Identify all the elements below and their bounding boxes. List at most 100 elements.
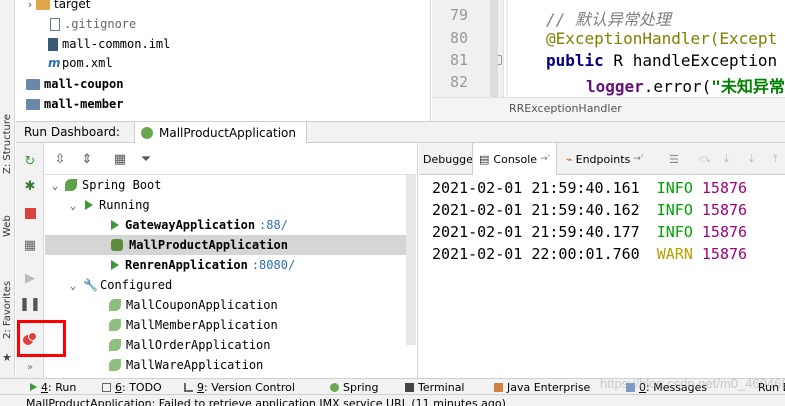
indent-guide: [506, 0, 508, 97]
tab-console[interactable]: ▤ Console →': [472, 143, 558, 175]
force-step-into-icon[interactable]: ⤓: [745, 143, 758, 175]
menu-icon[interactable]: ☰: [665, 143, 683, 175]
tree-item-label: pom.xml: [62, 56, 113, 70]
chevron-down-icon[interactable]: ⌄: [67, 199, 79, 212]
module-folder-icon: [26, 98, 40, 110]
tree-node-label: Running: [99, 198, 150, 212]
log-date: 2021-02-01: [432, 179, 523, 197]
tool-java-enterprise[interactable]: Java Enterprise: [494, 379, 590, 395]
code-comment: // 默认异常处理: [546, 10, 671, 29]
tree-item-pom-xml[interactable]: m pom.xml: [48, 53, 113, 73]
tool-label: Spring: [343, 380, 379, 394]
resume-icon[interactable]: ▶: [22, 270, 38, 286]
tree-node-gateway-application[interactable]: GatewayApplication :88/: [111, 215, 288, 235]
log-time: 21:59:40.161: [531, 179, 640, 197]
log-level: WARN: [656, 245, 693, 263]
tree-node-mall-ware-application[interactable]: MallWareApplication: [109, 355, 263, 375]
breadcrumb[interactable]: RRExceptionHandler: [509, 102, 622, 115]
app-name: RenrenApplication: [125, 258, 248, 272]
tree-item-mall-member[interactable]: mall-member: [26, 94, 123, 114]
favorites-tool-tab[interactable]: 2: Favorites: [0, 272, 15, 348]
tree-item-gitignore[interactable]: .gitignore: [50, 14, 136, 34]
pause-icon[interactable]: ❚❚: [19, 296, 41, 312]
tree-node-renren-application[interactable]: RenrenApplication :8080/: [111, 255, 295, 275]
console-log-line: 2021-02-01 21:59:40.162 INFO 15876: [432, 201, 747, 219]
chevron-right-icon[interactable]: ›: [24, 0, 36, 11]
tool-spring[interactable]: Spring: [330, 379, 379, 395]
more-icon[interactable]: »: [22, 359, 38, 375]
endpoints-icon: ⌁: [566, 152, 573, 166]
console-log-line: 2021-02-01 21:59:40.161 INFO 15876: [432, 179, 747, 197]
chevron-down-icon[interactable]: ⌄: [49, 179, 61, 192]
tree-node-spring-boot[interactable]: ⌄ Spring Boot: [49, 175, 162, 195]
log-date: 2021-02-01: [432, 223, 523, 241]
tree-item-mall-coupon[interactable]: mall-coupon: [26, 74, 123, 94]
services-toolbar: ⇳ ⇕ ▦ ⏷: [45, 143, 418, 175]
log-level: INFO: [656, 223, 693, 241]
tool-todo[interactable]: 6: TODO: [102, 379, 162, 395]
log-time: 22:00:01.760: [531, 245, 640, 263]
code-editor[interactable]: 79 80 81 82 // 默认异常处理 @ExceptionHandler(…: [432, 0, 785, 121]
chevron-down-icon[interactable]: ⌄: [67, 279, 79, 292]
editor-vertical-guide: [490, 0, 498, 97]
structure-tool-tab[interactable]: Z: Structure: [0, 108, 15, 180]
step-over-icon[interactable]: ⤼: [695, 143, 715, 175]
tool-terminal[interactable]: Terminal: [405, 379, 465, 395]
web-tool-tab[interactable]: Web: [0, 212, 15, 240]
tree-node-mall-order-application[interactable]: MallOrderApplication: [109, 335, 271, 355]
console-icon: ▤: [479, 152, 490, 166]
tool-run[interactable]: 4: Run: [30, 379, 76, 395]
tree-node-mall-coupon-application[interactable]: MallCouponApplication: [109, 295, 278, 315]
tree-item-mall-common-iml[interactable]: mall-common.iml: [48, 34, 170, 54]
group-by-icon[interactable]: ▦: [112, 151, 128, 167]
tab-endpoints[interactable]: ⌁ Endpoints →': [562, 143, 647, 175]
spring-boot-icon: [109, 299, 121, 311]
spring-boot-icon: [109, 339, 121, 351]
step-into-icon[interactable]: ⤓: [720, 143, 733, 175]
tree-item-target[interactable]: › target: [24, 0, 91, 14]
debug-app-icon: [111, 239, 123, 251]
star-icon[interactable]: ★: [2, 351, 12, 364]
services-scrollbar[interactable]: [406, 175, 416, 345]
app-name: MallWareApplication: [126, 358, 264, 372]
editor-breadcrumb-bar: RRExceptionHandler: [432, 97, 785, 121]
shortcut-key: 9: [197, 380, 204, 394]
spring-boot-icon: [109, 319, 121, 331]
layout-icon[interactable]: ▦: [22, 237, 38, 253]
project-tree: › target .gitignore mall-common.iml m po…: [16, 0, 431, 121]
wrench-icon: 🔧: [83, 278, 98, 292]
code-annotation: @ExceptionHandler(Except: [546, 29, 778, 48]
log-level: INFO: [656, 201, 693, 219]
run-app-icon: [111, 220, 119, 230]
console-tab-bar: Debugger ▤ Console →' ⌁ Endpoints →' ☰ ⤼…: [419, 143, 785, 175]
app-name: MallCouponApplication: [126, 298, 278, 312]
log-pid: 15876: [701, 245, 748, 263]
vcs-icon: [184, 382, 193, 392]
port-link[interactable]: :88/: [259, 218, 288, 232]
filter-icon[interactable]: ⏷: [138, 151, 154, 167]
console-log-line: 2021-02-01 21:59:40.177 INFO 15876: [432, 223, 747, 241]
port-link[interactable]: :8080/: [252, 258, 295, 272]
tree-node-configured[interactable]: ⌄ 🔧 Configured: [67, 275, 173, 295]
tree-node-mall-member-application[interactable]: MallMemberApplication: [109, 315, 278, 335]
collapse-all-icon[interactable]: ⇕: [79, 151, 95, 167]
folder-icon: [36, 0, 50, 10]
run-icon: [30, 383, 37, 391]
rerun-icon[interactable]: ↻: [22, 153, 38, 169]
tree-node-running[interactable]: ⌄ Running: [67, 195, 150, 215]
app-name: MallOrderApplication: [126, 338, 271, 352]
tab-mall-product-application[interactable]: MallProductApplication: [134, 122, 307, 143]
maven-icon: m: [48, 56, 61, 70]
step-out-icon[interactable]: ⤒: [769, 143, 782, 175]
app-name: MallMemberApplication: [126, 318, 278, 332]
stop-icon[interactable]: [22, 205, 38, 221]
spring-icon: [330, 382, 339, 392]
status-bar: MallProductApplication: Failed to retrie…: [0, 394, 785, 406]
status-message[interactable]: MallProductApplication: Failed to retrie…: [26, 397, 506, 406]
debug-rerun-icon[interactable]: ✱: [22, 178, 38, 194]
code-keyword: public: [546, 51, 604, 70]
tool-version-control[interactable]: 9: Version Control: [184, 379, 295, 395]
tree-node-mall-product-application[interactable]: MallProductApplication: [45, 235, 416, 255]
shortcut-key: 4: [41, 380, 48, 394]
expand-all-icon[interactable]: ⇳: [52, 151, 68, 167]
